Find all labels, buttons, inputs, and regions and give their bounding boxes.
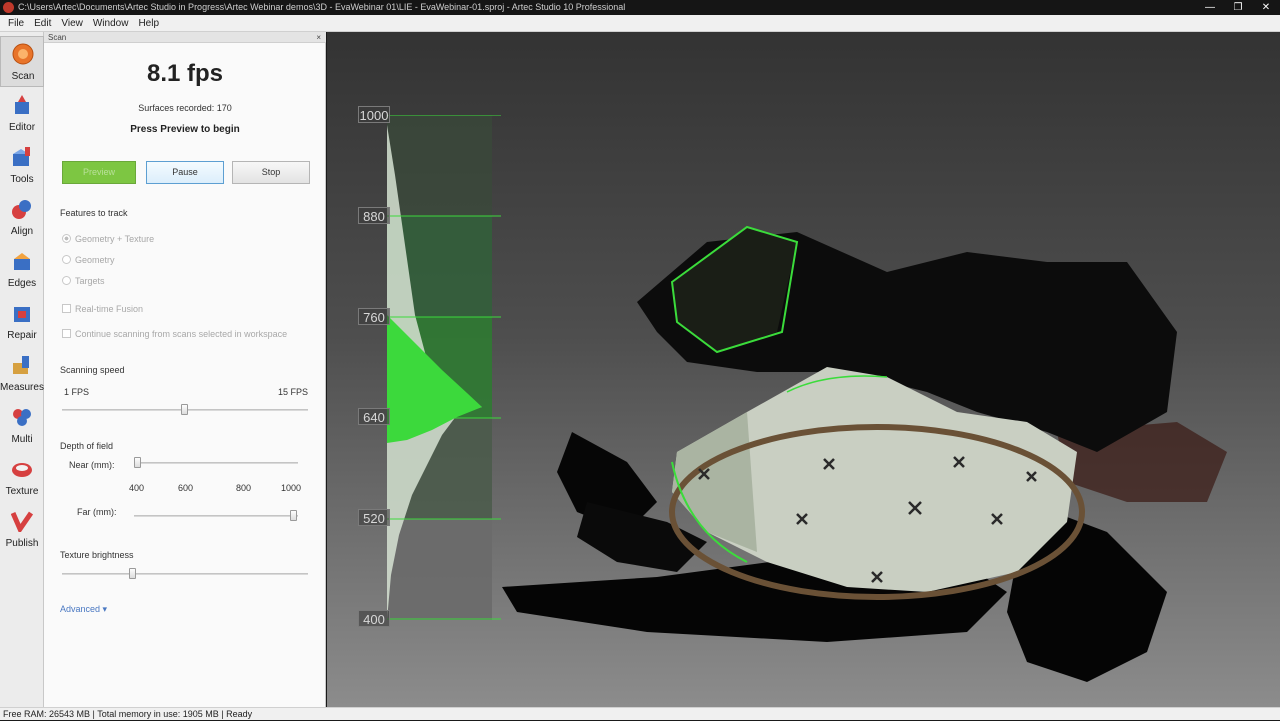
depth-tick: 1000 <box>281 483 302 493</box>
depth-tick: 600 <box>178 483 194 493</box>
far-slider-thumb[interactable] <box>290 510 297 521</box>
tool-editor[interactable]: Editor <box>0 88 44 139</box>
near-label: Near (mm): <box>69 460 115 470</box>
tool-texture[interactable]: Texture <box>0 452 44 503</box>
speed-min-label: 1 FPS <box>64 387 90 397</box>
histogram-tick: 760 <box>358 308 390 325</box>
radio-targets[interactable]: Targets <box>62 276 105 286</box>
speed-max-label: 15 FPS <box>278 387 309 397</box>
window-title: C:\Users\Artec\Documents\Artec Studio in… <box>18 2 626 12</box>
advanced-toggle[interactable]: Advanced ▾ <box>60 604 107 615</box>
tool-edges[interactable]: Edges <box>0 244 44 295</box>
surfaces-recorded: Surfaces recorded: 170 <box>138 103 232 113</box>
tool-label: Tools <box>10 174 34 185</box>
histogram-tick: 400 <box>358 610 390 627</box>
title-bar: C:\Users\Artec\Documents\Artec Studio in… <box>0 0 1280 15</box>
scan-panel: Scan × 8.1 fps Surfaces recorded: 170 Pr… <box>44 32 326 707</box>
pause-button[interactable]: Pause <box>146 161 224 184</box>
far-label: Far (mm): <box>77 507 117 517</box>
menu-bar: File Edit View Window Help <box>0 15 1280 32</box>
tool-tools[interactable]: Tools <box>0 140 44 191</box>
close-button[interactable]: ✕ <box>1252 0 1280 15</box>
continue-scanning-checkbox[interactable]: Continue scanning from scans selected in… <box>62 329 287 339</box>
tool-label: Editor <box>8 122 36 133</box>
brightness-slider-thumb[interactable] <box>128 568 136 579</box>
realtime-fusion-checkbox[interactable]: Real-time Fusion <box>62 304 143 314</box>
tool-scan[interactable]: Scan <box>0 36 44 87</box>
far-slider-track[interactable] <box>134 515 298 517</box>
tool-label: Align <box>10 226 34 237</box>
tool-label: Measures <box>0 382 44 393</box>
near-slider-thumb[interactable] <box>134 457 141 468</box>
menu-file[interactable]: File <box>3 18 29 29</box>
depth-histogram <box>387 115 501 620</box>
tool-label: Edges <box>7 278 37 289</box>
stop-button[interactable]: Stop <box>232 161 310 184</box>
app-icon <box>3 2 14 13</box>
radio-geometry[interactable]: Geometry <box>62 255 115 265</box>
tool-label: Texture <box>5 486 39 497</box>
minimize-button[interactable]: — <box>1196 0 1224 15</box>
measures-icon <box>13 356 29 374</box>
publish-icon <box>11 511 33 532</box>
tools-icon <box>13 147 30 166</box>
depth-tick: 400 <box>129 483 145 493</box>
scan-hint: Press Preview to begin <box>130 124 240 135</box>
panel-close-button[interactable]: × <box>316 32 321 43</box>
histogram-tick: 520 <box>358 509 390 526</box>
panel-header: Scan <box>44 32 326 43</box>
menu-view[interactable]: View <box>56 18 88 29</box>
tool-repair[interactable]: Repair <box>0 296 44 347</box>
tool-label: Scan <box>11 71 35 82</box>
depth-tick: 800 <box>236 483 252 493</box>
repair-icon <box>14 307 30 322</box>
histogram-tick: 880 <box>358 207 390 224</box>
tool-publish[interactable]: Publish <box>0 504 44 555</box>
tool-align[interactable]: Align <box>0 192 44 243</box>
menu-window[interactable]: Window <box>88 18 134 29</box>
tool-label: Multi <box>11 434 33 445</box>
texture-brightness-title: Texture brightness <box>60 550 134 560</box>
menu-edit[interactable]: Edit <box>29 18 56 29</box>
depth-of-field-title: Depth of field <box>60 441 114 451</box>
menu-help[interactable]: Help <box>133 18 164 29</box>
radio-geometry-texture[interactable]: Geometry + Texture <box>62 234 154 244</box>
fps-readout: 8.1 fps <box>146 60 224 87</box>
near-slider-track[interactable] <box>134 462 298 464</box>
histogram-tick: 1000 <box>358 106 390 123</box>
tool-label: Publish <box>5 538 39 549</box>
tool-multi[interactable]: Multi <box>0 400 44 451</box>
tool-measures[interactable]: Measures <box>0 348 44 399</box>
restore-button[interactable]: ❐ <box>1224 0 1252 15</box>
histogram-tick: 640 <box>358 408 390 425</box>
texture-icon <box>12 463 32 477</box>
edges-icon <box>14 253 30 270</box>
features-title: Features to track <box>60 208 128 218</box>
scan-icon <box>12 43 34 65</box>
multi-icon <box>13 409 31 426</box>
scanning-speed-title: Scanning speed <box>60 365 125 375</box>
align-icon <box>12 200 31 219</box>
tool-sidebar: Scan Editor Tools Align Edges Repair Mea… <box>0 32 44 707</box>
brightness-slider-track[interactable] <box>62 573 308 575</box>
status-bar: Free RAM: 26543 MB | Total memory in use… <box>0 707 1280 720</box>
tool-label: Repair <box>7 330 37 341</box>
speed-slider-thumb[interactable] <box>181 404 188 415</box>
editor-icon <box>15 95 29 114</box>
preview-button[interactable]: Preview <box>62 161 136 184</box>
